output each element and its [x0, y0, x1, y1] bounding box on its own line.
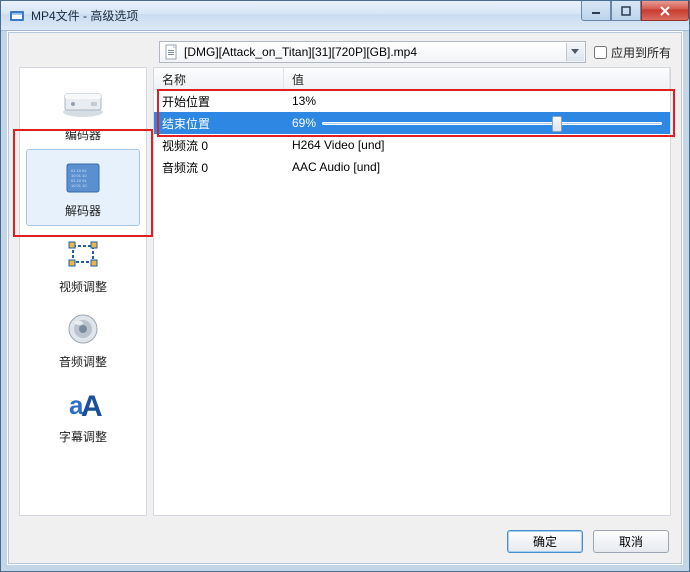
table-row[interactable]: 视频流 0 H264 Video [und]: [154, 134, 670, 156]
row-value-text: 13%: [292, 94, 316, 108]
top-row: [DMG][Attack_on_Titan][31][720P][GB].mp4…: [9, 33, 681, 67]
file-icon: [164, 44, 180, 60]
table-header: 名称 值: [154, 68, 670, 90]
row-name: 开始位置: [154, 93, 284, 110]
window-title: MP4文件 - 高级选项: [31, 7, 138, 24]
titlebar[interactable]: MP4文件 - 高级选项: [1, 1, 689, 31]
row-value-text: 69%: [292, 116, 316, 130]
svg-text:10 01 10: 10 01 10: [71, 183, 87, 188]
header-value[interactable]: 值: [284, 68, 670, 89]
svg-text:A: A: [81, 390, 103, 422]
content: [DMG][Attack_on_Titan][31][720P][GB].mp4…: [8, 32, 682, 564]
file-name: [DMG][Attack_on_Titan][31][720P][GB].mp4: [184, 45, 417, 59]
encoder-icon: [59, 82, 107, 122]
properties-panel: 名称 值 开始位置 13% 结束位置 69% 视频流 0 H264 Video [und]…: [153, 67, 671, 516]
ok-button[interactable]: 确定: [507, 530, 583, 553]
maximize-button[interactable]: [611, 1, 641, 21]
close-button[interactable]: [641, 1, 689, 21]
sidebar-item-label: 视频调整: [59, 278, 107, 295]
sidebar: 编码器 01 10 0110 01 1001 10 0110 01 10 解码器…: [19, 67, 147, 516]
row-value-text: AAC Audio [und]: [292, 160, 380, 174]
row-value: 13%: [284, 94, 670, 108]
table-row[interactable]: 结束位置 69%: [154, 112, 670, 134]
sidebar-item-label: 编码器: [65, 126, 101, 143]
cancel-label: 取消: [619, 533, 643, 550]
sidebar-item-decoder[interactable]: 01 10 0110 01 1001 10 0110 01 10 解码器: [26, 149, 140, 226]
slider[interactable]: [322, 115, 662, 131]
dialog-buttons: 确定 取消: [9, 522, 681, 563]
window-buttons: [581, 1, 689, 21]
ok-label: 确定: [533, 533, 557, 550]
row-name: 结束位置: [154, 115, 284, 132]
table-body: 开始位置 13% 结束位置 69% 视频流 0 H264 Video [und] 音频流 0…: [154, 90, 670, 515]
file-dropdown[interactable]: [DMG][Attack_on_Titan][31][720P][GB].mp4: [159, 41, 586, 63]
row-value-text: H264 Video [und]: [292, 138, 385, 152]
main-area: 编码器 01 10 0110 01 1001 10 0110 01 10 解码器…: [9, 67, 681, 522]
sidebar-item-subtitle-adjust[interactable]: aA 字幕调整: [20, 376, 146, 451]
slider-thumb[interactable]: [552, 116, 562, 132]
chevron-down-icon: [566, 43, 584, 61]
sidebar-item-label: 字幕调整: [59, 428, 107, 445]
video-adjust-icon: [59, 234, 107, 274]
sidebar-item-audio-adjust[interactable]: 音频调整: [20, 301, 146, 376]
subtitle-adjust-icon: aA: [59, 384, 107, 424]
audio-adjust-icon: [59, 309, 107, 349]
apply-all-label: 应用到所有: [611, 44, 671, 61]
sidebar-item-label: 音频调整: [59, 353, 107, 370]
sidebar-item-encoder[interactable]: 编码器: [20, 74, 146, 149]
apply-all-input[interactable]: [594, 46, 607, 59]
cancel-button[interactable]: 取消: [593, 530, 669, 553]
sidebar-item-video-adjust[interactable]: 视频调整: [20, 226, 146, 301]
sidebar-item-label: 解码器: [65, 202, 101, 219]
table-row[interactable]: 音频流 0 AAC Audio [und]: [154, 156, 670, 178]
row-name: 音频流 0: [154, 159, 284, 176]
row-value: AAC Audio [und]: [284, 160, 670, 174]
minimize-button[interactable]: [581, 1, 611, 21]
row-value: H264 Video [und]: [284, 138, 670, 152]
row-name: 视频流 0: [154, 137, 284, 154]
table-row[interactable]: 开始位置 13%: [154, 90, 670, 112]
window: MP4文件 - 高级选项 [DMG][Attack_on_Titan][31][…: [0, 0, 690, 572]
decoder-icon: 01 10 0110 01 1001 10 0110 01 10: [59, 158, 107, 198]
row-value[interactable]: 69%: [284, 115, 670, 131]
header-name[interactable]: 名称: [154, 68, 284, 89]
apply-all-checkbox[interactable]: 应用到所有: [594, 44, 671, 61]
app-icon: [9, 8, 25, 24]
file-select-row: [DMG][Attack_on_Titan][31][720P][GB].mp4…: [159, 41, 671, 63]
